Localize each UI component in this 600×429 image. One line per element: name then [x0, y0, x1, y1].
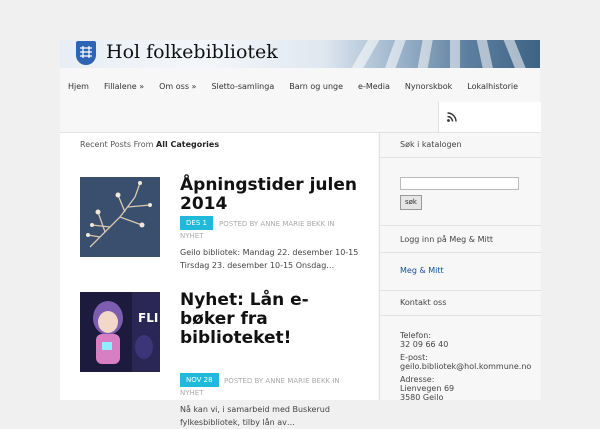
crest-icon[interactable] — [76, 41, 96, 65]
nav-item-barn[interactable]: Barn og unge — [289, 82, 343, 91]
contact-address-label: Adresse: — [400, 375, 435, 384]
sidebar: Søk i katalogen søk Logg inn på Meg & Mi… — [379, 133, 541, 402]
nav-item-om-oss[interactable]: Om oss » — [159, 82, 196, 91]
widget-divider — [380, 157, 541, 158]
nav-item-lokalhistorie[interactable]: Lokalhistorie — [467, 82, 518, 91]
contact-address: Lienvegen 69 — [400, 384, 455, 393]
search-widget-title: Søk i katalogen — [400, 140, 462, 149]
post-meta: POSTED BY ANNE MARIE BEKK IN — [219, 220, 335, 228]
site-wrapper: Hol folkebibliotek Hjem Fillalene » Om o… — [60, 40, 541, 427]
post-date-badge: DES 1 — [180, 216, 213, 230]
rss-icon[interactable] — [447, 112, 457, 122]
post-excerpt: Geilo bibliotek: Mandag 22. desember 10-… — [180, 248, 359, 270]
nav-item-nynorskbok[interactable]: Nynorskbok — [405, 82, 452, 91]
post-date-badge: NOV 28 — [180, 373, 219, 387]
widget-divider — [380, 290, 541, 291]
nav-item-sletto[interactable]: Sletto-samlinga — [211, 82, 274, 91]
site-title[interactable]: Hol folkebibliotek — [106, 41, 278, 63]
nav-item-fillalene[interactable]: Fillalene » — [104, 82, 144, 91]
catalog-search-input[interactable] — [400, 177, 519, 190]
widget-divider — [380, 315, 541, 316]
contact-email[interactable]: geilo.bibliotek@hol.kommune.no — [400, 362, 540, 371]
recent-posts-heading: Recent Posts From All Categories — [80, 140, 220, 149]
nav-item-emedia[interactable]: e-Media — [358, 82, 390, 91]
post-category[interactable]: NYHET — [180, 389, 203, 397]
post-title[interactable]: Nyhet: Lån e-bøker fra biblioteket! — [180, 291, 360, 348]
search-button[interactable]: søk — [400, 195, 422, 210]
widget-divider — [380, 225, 541, 226]
rss-box — [438, 102, 541, 132]
login-widget-title: Logg inn på Meg & Mitt — [400, 235, 493, 244]
nav-item-hjem[interactable]: Hjem — [68, 82, 89, 91]
svg-text:FLI: FLI — [138, 311, 158, 325]
main-nav: Hjem Fillalene » Om oss » Sletto-samling… — [60, 70, 540, 102]
contact-phone: 32 09 66 40 — [400, 340, 449, 349]
post-meta: POSTED BY ANNE MARIE BEKK IN — [224, 377, 340, 385]
contact-widget-title: Kontakt oss — [400, 298, 447, 307]
post-category[interactable]: NYHET — [180, 232, 203, 240]
post-title[interactable]: Åpningstider julen 2014 — [180, 176, 360, 214]
post-thumbnail-ebook[interactable]: FLI — [80, 292, 160, 372]
meg-mitt-link[interactable]: Meg & Mitt — [400, 266, 444, 275]
contact-postcode: 3580 Geilo — [400, 393, 444, 402]
main-content: Recent Posts From All Categories Åpnings… — [60, 133, 378, 400]
site-banner: Hol folkebibliotek — [60, 40, 540, 68]
contact-email-label: E-post: — [400, 353, 428, 362]
post-excerpt: Nå kan vi, i samarbeid med Buskerud fylk… — [180, 405, 330, 427]
contact-phone-label: Telefon: — [400, 331, 432, 340]
widget-divider — [380, 252, 541, 253]
post-thumbnail-winter[interactable] — [80, 177, 160, 257]
category-link[interactable]: All Categories — [156, 140, 219, 149]
